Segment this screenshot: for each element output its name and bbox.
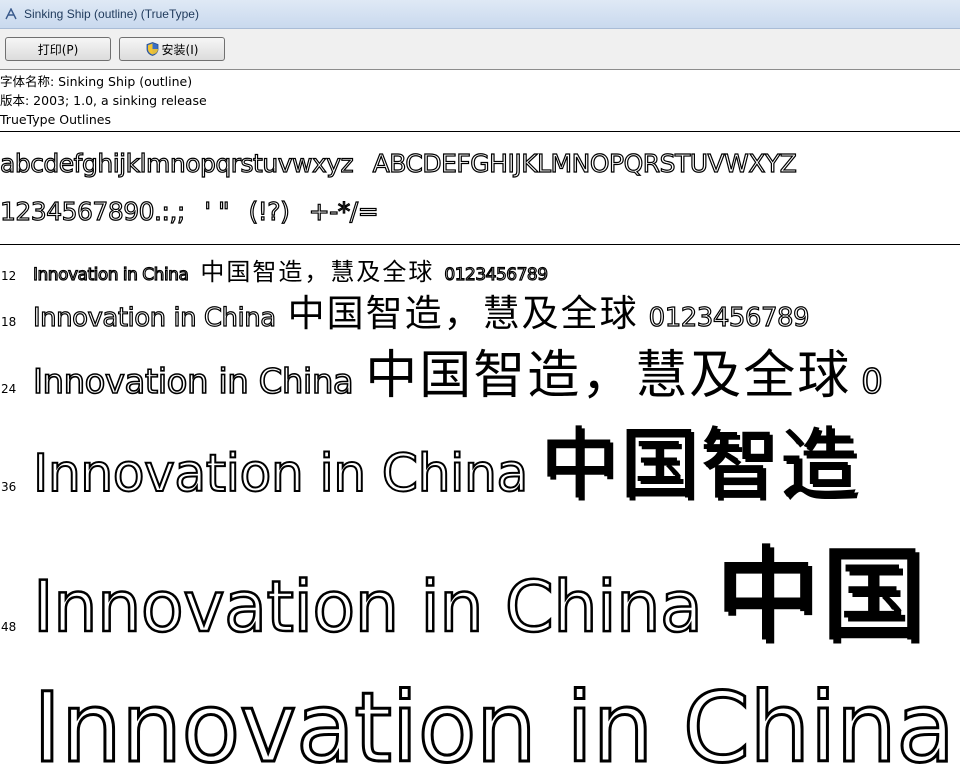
- sample-latin: Innovation in China: [32, 565, 704, 650]
- size-label: 24: [1, 382, 17, 396]
- sample-row: Innovation in China: [0, 671, 960, 784]
- font-name: 字体名称: Sinking Ship (outline): [0, 74, 193, 89]
- font-info: 字体名称: Sinking Ship (outline) 版本: 2003; 1…: [0, 72, 960, 129]
- charset-lowercase: abcdefghijklmnopqrstuvwxyz: [0, 148, 354, 178]
- charset-preview: abcdefghijklmnopqrstuvwxyz ABCDEFGHIJKLM…: [0, 140, 808, 236]
- sample-row: 24 Innovation in China 中国智造，慧及全球 0: [0, 333, 884, 408]
- toolbar: 打印(P) 安装(I): [0, 29, 960, 70]
- sample-cjk: 中国智造: [539, 420, 860, 510]
- font-version: 版本: 2003; 1.0, a sinking release: [0, 93, 207, 108]
- window-title: Sinking Ship (outline) (TrueType): [24, 7, 199, 21]
- size-label: 36: [1, 480, 17, 494]
- charset-uppercase: ABCDEFGHIJKLMNOPQRSTUVWXYZ: [372, 148, 797, 178]
- sample-row: 12 Innovation in China 中国智造，慧及全球 0123456…: [0, 252, 549, 287]
- sample-latin: Innovation in China: [32, 671, 957, 784]
- sample-cjk: 中国智造，慧及全球: [365, 346, 852, 406]
- charset-symbols-2: +-*/=: [308, 196, 379, 226]
- install-button[interactable]: 安装(I): [119, 37, 225, 61]
- sample-row: 48 Innovation in China 中国: [0, 510, 926, 661]
- sample-latin: Innovation in China: [32, 264, 189, 285]
- outline-type: TrueType Outlines: [0, 112, 111, 127]
- size-label: 18: [1, 315, 17, 329]
- sample-digits: 0: [860, 361, 883, 403]
- size-label: 12: [1, 269, 17, 283]
- charset-digits: 1234567890.:,;: [0, 196, 186, 226]
- divider: [0, 131, 960, 132]
- sample-digits: 0123456789: [444, 264, 549, 285]
- sample-latin: Innovation in China: [32, 302, 276, 333]
- sample-latin: Innovation in China: [32, 361, 354, 403]
- divider: [0, 244, 960, 245]
- charset-symbols-1: (!?): [248, 196, 291, 226]
- sample-latin: Innovation in China: [32, 443, 529, 505]
- charset-quotes: ' ": [204, 196, 231, 226]
- sample-row: 18 Innovation in China 中国智造，慧及全球 0123456…: [0, 283, 810, 337]
- print-button[interactable]: 打印(P): [5, 37, 111, 61]
- install-button-label: 安装(I): [161, 42, 199, 57]
- sample-cjk: 中国智造，慧及全球: [287, 292, 639, 335]
- sample-cjk: 中国智造，慧及全球: [200, 258, 435, 286]
- uac-shield-icon: [146, 42, 159, 56]
- sample-cjk: 中国: [714, 534, 927, 656]
- size-label: 48: [1, 620, 17, 634]
- sample-row: 36 Innovation in China 中国智造: [0, 402, 860, 514]
- sample-digits: 0123456789: [648, 302, 810, 333]
- title-bar: Sinking Ship (outline) (TrueType): [0, 0, 960, 29]
- print-button-label: 打印(P): [37, 42, 79, 57]
- font-viewer-icon: [4, 7, 18, 21]
